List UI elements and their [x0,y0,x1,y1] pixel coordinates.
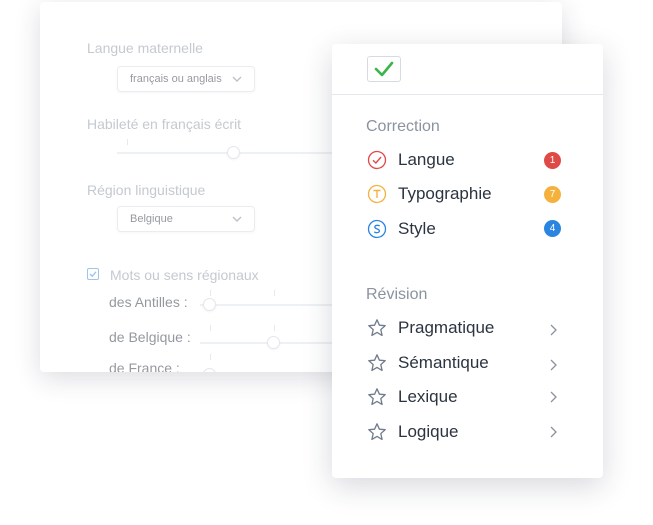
french-skill-label: Habileté en français écrit [87,116,242,132]
correction-item-typographie[interactable]: Typographie [367,182,567,206]
revision-item-pragmatique[interactable]: Pragmatique [367,316,567,340]
item-label: Pragmatique [398,318,495,337]
slider-tick [274,325,275,331]
mother-tongue-select[interactable]: français ou anglais [117,66,255,92]
region-select[interactable]: Belgique [117,206,255,232]
region-row-label: de France : [109,360,180,372]
style-icon [367,219,387,239]
star-icon [368,388,386,406]
item-label: Style [398,219,436,238]
regional-words-label: Mots ou sens régionaux [110,267,259,283]
star-icon [368,423,386,441]
item-label: Sémantique [398,353,489,372]
revision-item-logique[interactable]: Logique [367,420,567,444]
mother-tongue-label: Langue maternelle [87,40,203,56]
correction-item-style[interactable]: Style [367,217,567,241]
slider-tick [210,354,211,360]
correction-title: Correction [366,118,440,135]
correction-popup: Correction Langue 1 Typographie 7 Style … [332,44,603,478]
mother-tongue-value: français ou anglais [130,73,222,85]
chevron-right-icon[interactable] [548,390,558,404]
chevron-right-icon[interactable] [548,358,558,372]
slider-tick [210,290,211,296]
error-count-badge: 1 [544,152,561,169]
region-row-label: des Antilles : [109,294,188,310]
revision-item-lexique[interactable]: Lexique [367,385,567,409]
error-count-badge: 7 [544,186,561,203]
antilles-slider-knob[interactable] [203,298,216,311]
chevron-right-icon[interactable] [548,323,558,337]
region-row-label: de Belgique : [109,329,191,345]
star-icon [368,319,386,337]
item-label: Langue [398,150,455,169]
correction-item-langue[interactable]: Langue [367,148,567,172]
chevron-right-icon[interactable] [548,425,558,439]
region-value: Belgique [130,213,173,225]
revision-title: Révision [366,286,428,303]
divider [332,94,603,95]
chevron-down-icon [232,76,242,82]
slider-tick [210,325,211,331]
region-label: Région linguistique [87,182,206,198]
checkmark-icon [374,61,394,77]
revision-item-semantique[interactable]: Sémantique [367,351,567,375]
checkmark-icon [89,271,97,278]
accept-button[interactable] [367,56,401,82]
item-label: Lexique [398,387,458,406]
error-count-badge: 4 [544,220,561,237]
star-icon [368,354,386,372]
slider-tick [274,290,275,296]
belgique-slider-knob[interactable] [267,336,280,349]
french-skill-slider-knob[interactable] [227,146,240,159]
chevron-down-icon [232,216,242,222]
france-slider-knob[interactable] [203,368,216,372]
regional-words-checkbox[interactable] [87,268,99,280]
item-label: Logique [398,422,459,441]
typography-icon [367,184,387,204]
item-label: Typographie [398,184,492,203]
check-circle-icon [367,150,387,170]
slider-tick [127,139,128,145]
